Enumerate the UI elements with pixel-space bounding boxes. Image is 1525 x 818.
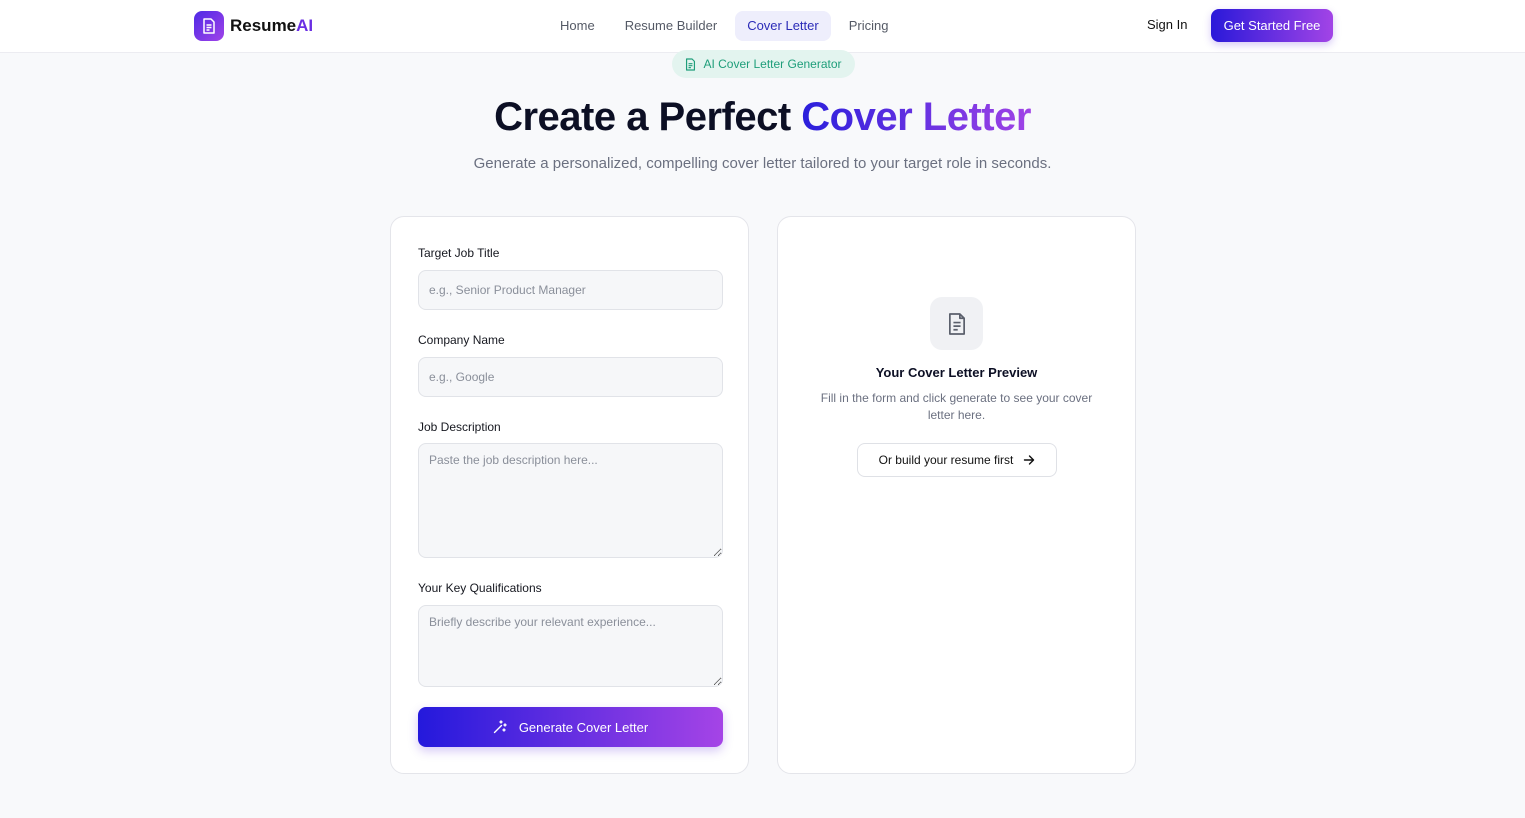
cover-letter-form: Target Job Title Company Name Job Descri…	[390, 216, 749, 774]
preview-document-icon	[930, 297, 983, 350]
main-nav: Home Resume Builder Cover Letter Pricing	[548, 11, 906, 41]
sign-in-link[interactable]: Sign In	[1147, 17, 1187, 32]
nav-resume-builder[interactable]: Resume Builder	[613, 11, 730, 41]
preview-title: Your Cover Letter Preview	[875, 365, 1038, 380]
get-started-button[interactable]: Get Started Free	[1211, 9, 1333, 42]
job-title-label: Target Job Title	[418, 246, 500, 260]
job-description-label: Job Description	[418, 420, 501, 434]
arrow-right-icon	[1024, 455, 1035, 465]
job-description-textarea[interactable]	[418, 443, 723, 558]
company-name-input[interactable]	[418, 357, 723, 397]
logo-document-icon	[194, 11, 224, 41]
job-title-input[interactable]	[418, 270, 723, 310]
key-qualifications-label: Your Key Qualifications	[418, 581, 542, 595]
company-name-label: Company Name	[418, 333, 505, 347]
hero-badge: AI Cover Letter Generator	[672, 50, 855, 78]
generate-button-label: Generate Cover Letter	[518, 719, 649, 735]
hero-badge-label: AI Cover Letter Generator	[703, 57, 842, 71]
magic-wand-icon	[493, 720, 507, 734]
preview-description: Fill in the form and click generate to s…	[820, 391, 1093, 422]
brand-name: ResumeAI	[230, 16, 314, 35]
navbar: ResumeAI Home Resume Builder Cover Lette…	[0, 0, 1525, 53]
page-subtitle: Generate a personalized, compelling cove…	[473, 155, 1052, 172]
cover-letter-preview: Your Cover Letter Preview Fill in the fo…	[777, 216, 1136, 774]
brand-logo[interactable]: ResumeAI	[194, 11, 313, 41]
key-qualifications-textarea[interactable]	[418, 605, 723, 687]
nav-cover-letter[interactable]: Cover Letter	[735, 11, 831, 41]
build-resume-label: Or build your resume first	[878, 453, 1014, 467]
generate-cover-letter-button[interactable]: Generate Cover Letter	[418, 707, 723, 747]
build-resume-button[interactable]: Or build your resume first	[857, 443, 1057, 477]
document-icon	[686, 57, 696, 71]
nav-home[interactable]: Home	[548, 11, 607, 41]
page-title: Create a Perfect Cover Letter	[494, 95, 1031, 139]
nav-pricing[interactable]: Pricing	[837, 11, 901, 41]
